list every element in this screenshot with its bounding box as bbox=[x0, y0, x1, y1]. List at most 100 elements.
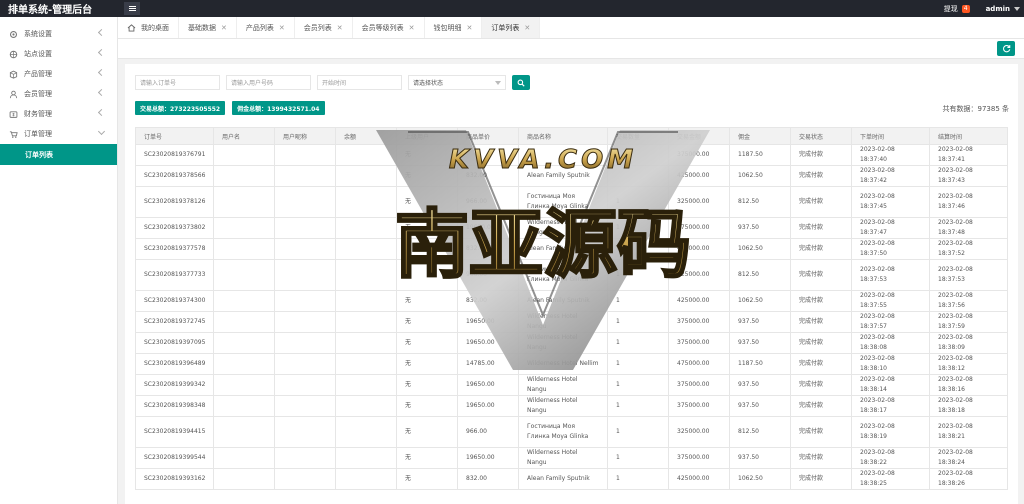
table-cell: 325000.00 bbox=[668, 186, 730, 218]
table-cell bbox=[274, 416, 336, 448]
table-cell: 425000.00 bbox=[668, 165, 730, 187]
order-icon bbox=[9, 130, 18, 139]
sidebar-item-order[interactable]: 订单管理 bbox=[0, 124, 117, 144]
sidebar-item-label: 订单管理 bbox=[24, 130, 52, 138]
tab-wallet-detail[interactable]: 钱包明细 ✕ bbox=[425, 17, 483, 38]
sidebar-item-product[interactable]: 产品管理 bbox=[0, 64, 117, 84]
column-header: 交易金额 bbox=[668, 127, 730, 145]
table-cell: 966.00 bbox=[457, 416, 519, 448]
table-row[interactable]: SC23020819399544 无 19650.00 Wilderness Hote… bbox=[135, 447, 1008, 469]
table-cell bbox=[335, 395, 397, 417]
table-row[interactable]: SC23020819377733 无 966.00 Гостиница Моя Гли… bbox=[135, 259, 1008, 291]
sidebar-item-site-settings[interactable]: 站点设置 bbox=[0, 44, 117, 64]
table-cell: 2023-02-08 18:37:56 bbox=[929, 290, 1008, 312]
table-cell: 2023-02-08 18:37:46 bbox=[929, 186, 1008, 218]
table-cell: 无 bbox=[396, 238, 458, 260]
table-cell bbox=[335, 416, 397, 448]
table-cell: SC23020819378126 bbox=[135, 186, 214, 218]
table-cell: SC23020819373802 bbox=[135, 217, 214, 239]
start-time-input[interactable]: 开始时间 bbox=[317, 75, 402, 90]
table-row[interactable]: SC23020819377578 无 832.00 Alean Family Sput… bbox=[135, 238, 1008, 260]
table-cell: 2023-02-08 18:38:18 bbox=[929, 395, 1008, 417]
commission-total-badge: 佣金总额：1399432571.04 bbox=[232, 101, 325, 115]
tab-desktop[interactable]: 我的桌面 bbox=[118, 17, 179, 38]
table-row[interactable]: SC23020819378566 无 832.00 Alean Family Sput… bbox=[135, 165, 1008, 187]
status-select[interactable]: 请选择状态 bbox=[408, 75, 506, 90]
table-row[interactable]: SC23020819374300 无 832.00 Alean Family Sput… bbox=[135, 290, 1008, 312]
table-row[interactable]: SC23020819396489 无 14785.00 Wilderness Hote… bbox=[135, 353, 1008, 375]
refresh-button[interactable] bbox=[997, 41, 1015, 56]
table-cell: 375000.00 bbox=[668, 217, 730, 239]
table-cell: 1 bbox=[607, 332, 669, 354]
user-menu[interactable]: admin bbox=[986, 5, 1010, 13]
user-phone-input[interactable]: 请输入用户号码 bbox=[226, 75, 311, 90]
table-cell: 2023-02-08 18:38:08 bbox=[851, 332, 930, 354]
table-row[interactable]: SC23020819376791 无 375000.00 1187.50 完成付款 202… bbox=[135, 144, 1008, 166]
table-cell: 2023-02-08 18:37:40 bbox=[851, 144, 930, 166]
table-cell bbox=[213, 395, 275, 417]
table-cell: 375000.00 bbox=[668, 447, 730, 469]
column-header: 余额 bbox=[335, 127, 397, 145]
column-header: 用户昵称 bbox=[274, 127, 336, 145]
table-cell: 19650.00 bbox=[457, 217, 519, 239]
table-cell bbox=[213, 311, 275, 333]
sidebar-item-member[interactable]: 会员管理 bbox=[0, 84, 117, 104]
table-cell: Alean Family Sputnik bbox=[518, 238, 608, 260]
table-cell bbox=[335, 238, 397, 260]
table-cell: 425000.00 bbox=[668, 290, 730, 312]
table-cell bbox=[607, 144, 669, 166]
table-cell: Wilderness Hotel Nangu bbox=[518, 395, 608, 417]
table-row[interactable]: SC23020819373802 无 19650.00 Wilderness Hote… bbox=[135, 217, 1008, 239]
table-row[interactable]: SC23020819378126 无 966.00 Гостиница Моя Гли… bbox=[135, 186, 1008, 218]
table-row[interactable]: SC23020819372745 无 19650.00 Wilderness Hote… bbox=[135, 311, 1008, 333]
hamburger-icon bbox=[128, 6, 136, 11]
table-row[interactable]: SC23020819399342 无 19650.00 Wilderness Hote… bbox=[135, 374, 1008, 396]
app-title: 排单系统-管理后台 bbox=[8, 5, 93, 16]
close-icon[interactable]: ✕ bbox=[409, 24, 415, 32]
close-icon[interactable]: ✕ bbox=[221, 24, 227, 32]
sidebar-item-label: 系统设置 bbox=[24, 30, 52, 38]
table-row[interactable]: SC23020819393162 无 832.00 Alean Family Sput… bbox=[135, 468, 1008, 490]
order-no-input[interactable]: 请输入订单号 bbox=[135, 75, 220, 90]
table-cell bbox=[213, 353, 275, 375]
table-cell: 完成付款 bbox=[790, 165, 852, 187]
table-cell: 937.50 bbox=[729, 332, 791, 354]
table-cell bbox=[274, 165, 336, 187]
tab-base-data[interactable]: 基础数据 ✕ bbox=[179, 17, 237, 38]
table-cell bbox=[335, 468, 397, 490]
table-row[interactable]: SC23020819397095 无 19650.00 Wilderness Hote… bbox=[135, 332, 1008, 354]
tab-member-level-list[interactable]: 会员等级列表 ✕ bbox=[353, 17, 425, 38]
table-cell: 2023-02-08 18:38:19 bbox=[851, 416, 930, 448]
notice-count-badge: 4 bbox=[961, 4, 970, 13]
column-header: 上级用户 bbox=[396, 127, 458, 145]
table-cell: 1 bbox=[607, 374, 669, 396]
search-icon bbox=[517, 79, 525, 87]
table-cell: 无 bbox=[396, 395, 458, 417]
search-button[interactable] bbox=[512, 75, 530, 90]
sidebar-subitem-order-list[interactable]: 订单列表 bbox=[0, 144, 117, 165]
close-icon[interactable]: ✕ bbox=[337, 24, 343, 32]
sidebar-item-system-settings[interactable]: 系统设置 bbox=[0, 24, 117, 44]
table-row[interactable]: SC23020819394415 无 966.00 Гостиница Моя Гли… bbox=[135, 416, 1008, 448]
withdraw-notice-link[interactable]: 提现 bbox=[944, 4, 958, 14]
sidebar-item-finance[interactable]: 财务管理 bbox=[0, 104, 117, 124]
column-header: 佣金 bbox=[729, 127, 791, 145]
close-icon[interactable]: ✕ bbox=[279, 24, 285, 32]
sidebar-item-label: 财务管理 bbox=[24, 110, 52, 118]
filter-bar: 请输入订单号 请输入用户号码 开始时间 请选择状态 bbox=[135, 75, 530, 90]
close-icon[interactable]: ✕ bbox=[524, 24, 530, 32]
table-cell: 无 bbox=[396, 353, 458, 375]
tab-member-list[interactable]: 会员列表 ✕ bbox=[295, 17, 353, 38]
table-cell: 2023-02-08 18:38:16 bbox=[929, 374, 1008, 396]
menu-toggle-button[interactable] bbox=[124, 2, 140, 15]
table-row[interactable]: SC23020819398348 无 19650.00 Wilderness Hote… bbox=[135, 395, 1008, 417]
table-cell: 1062.50 bbox=[729, 290, 791, 312]
table-cell bbox=[213, 374, 275, 396]
tab-product-list[interactable]: 产品列表 ✕ bbox=[237, 17, 295, 38]
caret-down-icon[interactable] bbox=[1014, 6, 1020, 11]
table-cell bbox=[607, 165, 669, 187]
table-cell bbox=[274, 311, 336, 333]
close-icon[interactable]: ✕ bbox=[467, 24, 473, 32]
chevron-left-icon bbox=[97, 28, 106, 37]
tab-order-list[interactable]: 订单列表 ✕ bbox=[482, 17, 541, 38]
